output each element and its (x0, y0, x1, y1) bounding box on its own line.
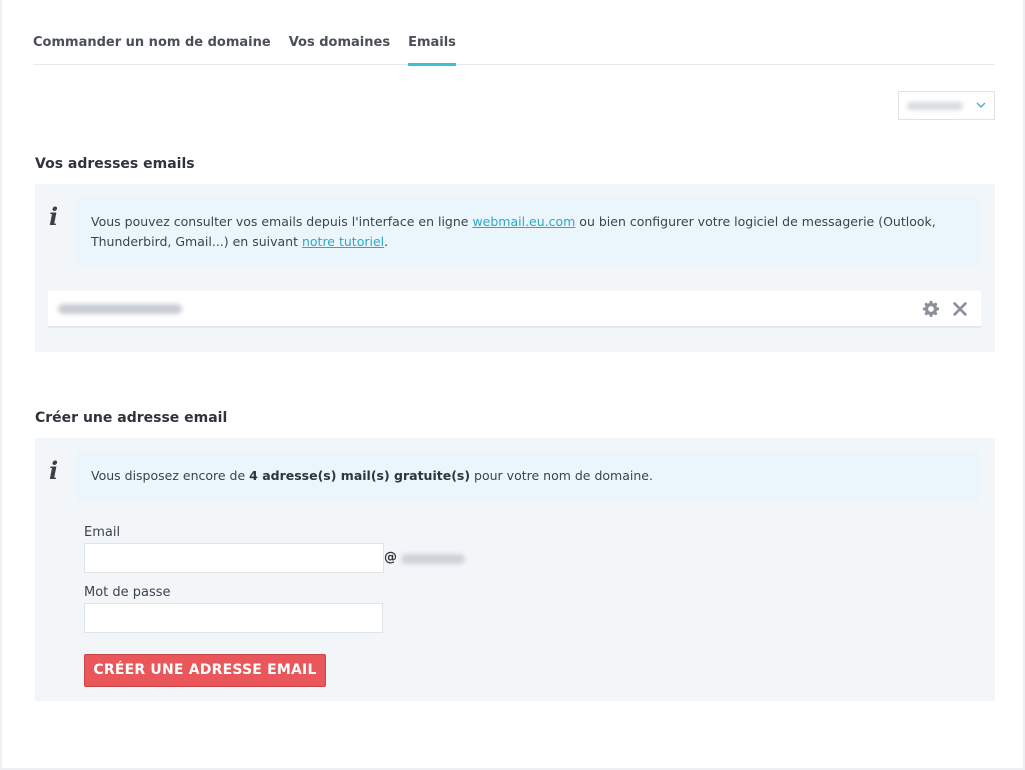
emails-info-box: Vous pouvez consulter vos emails depuis … (76, 197, 980, 266)
info-icon: i (49, 202, 59, 231)
gear-icon[interactable] (922, 300, 940, 318)
info-icon: i (49, 456, 59, 485)
password-input[interactable] (84, 603, 383, 633)
domain-select[interactable] (898, 91, 995, 120)
tab-emails[interactable]: Emails (408, 26, 456, 66)
domain-suffix (401, 554, 465, 564)
emails-section-title: Vos adresses emails (35, 156, 195, 172)
tab-vos-domaines[interactable]: Vos domaines (289, 26, 390, 65)
tab-commander-domaine[interactable]: Commander un nom de domaine (33, 26, 271, 65)
email-input[interactable] (84, 543, 384, 573)
create-info-text: Vous disposez encore de 4 adresse(s) mai… (91, 468, 653, 483)
domain-select-value (907, 102, 963, 110)
chevron-down-icon (976, 102, 986, 109)
emails-panel: Vous pouvez consulter vos emails depuis … (35, 184, 995, 352)
close-icon[interactable] (951, 300, 969, 318)
email-label: Email (84, 525, 121, 540)
password-label: Mot de passe (84, 585, 171, 600)
at-sign: @ (384, 550, 397, 565)
create-info-box: Vous disposez encore de 4 adresse(s) mai… (76, 451, 980, 501)
create-email-button[interactable]: CRÉER UNE ADRESSE EMAIL (84, 654, 326, 687)
webmail-link[interactable]: webmail.eu.com (472, 214, 575, 229)
tutorial-link[interactable]: notre tutoriel (302, 234, 384, 249)
emails-info-text: Vous pouvez consulter vos emails depuis … (91, 214, 936, 249)
page: Commander un nom de domaine Vos domaines… (0, 0, 1025, 770)
tab-bar: Commander un nom de domaine Vos domaines… (33, 26, 995, 66)
create-panel: Vous disposez encore de 4 adresse(s) mai… (35, 438, 995, 701)
create-section-title: Créer une adresse email (35, 410, 228, 426)
free-addresses-count: 4 adresse(s) mail(s) gratuite(s) (249, 468, 471, 483)
email-list-item (48, 291, 981, 328)
email-address (58, 304, 182, 314)
